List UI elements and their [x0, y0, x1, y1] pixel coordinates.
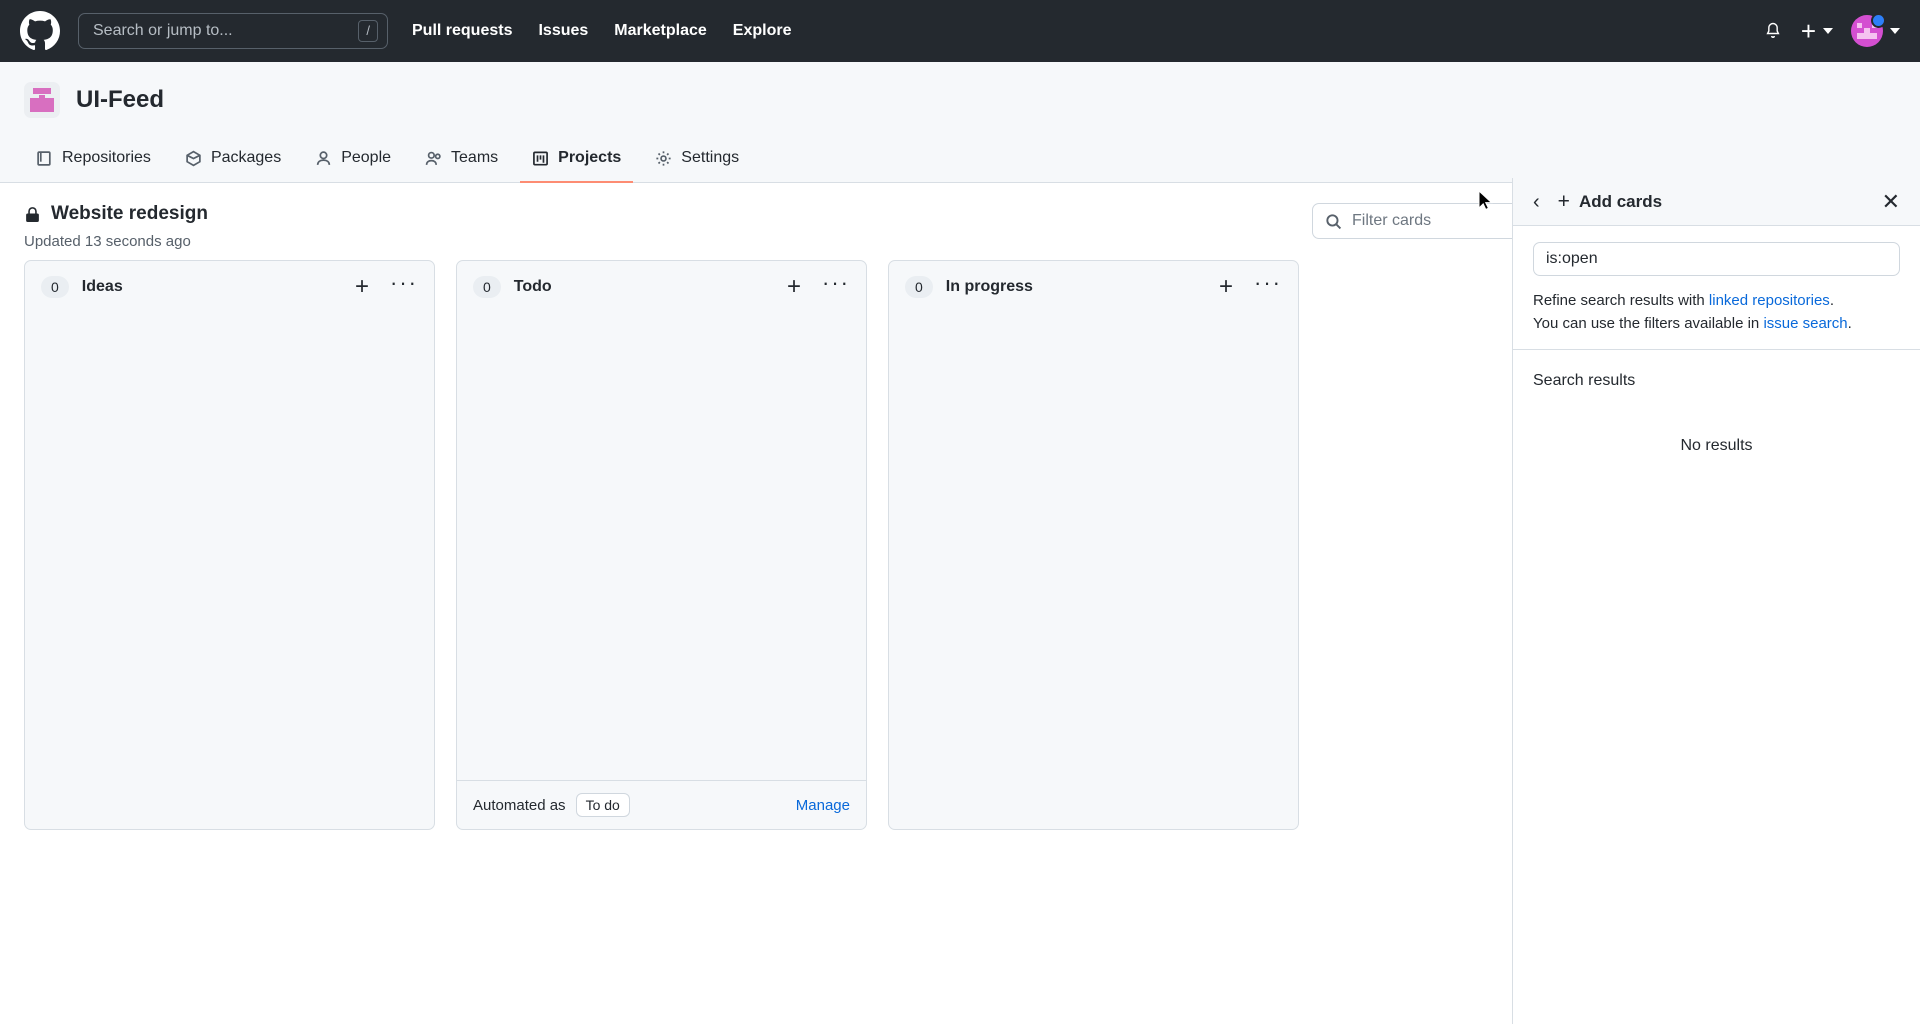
board-column-ideas[interactable]: 0 Ideas + ···	[24, 260, 435, 830]
project-title-row: Website redesign	[24, 203, 1292, 225]
tab-label: Settings	[681, 149, 740, 166]
no-results-message: No results	[1680, 437, 1753, 454]
search-icon	[1326, 213, 1342, 229]
tab-packages[interactable]: Packages	[173, 141, 293, 183]
nav-marketplace[interactable]: Marketplace	[614, 22, 707, 40]
add-cards-search-area: Refine search results with linked reposi…	[1513, 226, 1920, 350]
tab-people[interactable]: People	[303, 141, 403, 183]
nav-issues[interactable]: Issues	[538, 22, 588, 40]
account-menu[interactable]	[1851, 13, 1900, 47]
automation-label: Automated as	[473, 796, 566, 814]
global-search-box[interactable]: Search or jump to... /	[78, 13, 388, 49]
add-card-button[interactable]: +	[351, 275, 373, 299]
tab-label: Packages	[210, 149, 282, 166]
organization-identity: UI-Feed	[24, 82, 1896, 118]
status-indicator-dot	[1871, 13, 1886, 28]
tab-label: Repositories	[62, 149, 151, 166]
organization-header: UI-Feed Repositories Packages People Tea…	[0, 62, 1920, 183]
chevron-left-icon[interactable]: ‹	[1529, 190, 1544, 214]
add-cards-title: + Add cards	[1558, 191, 1662, 212]
lock-icon	[26, 206, 39, 222]
repo-icon	[37, 150, 51, 166]
column-title: Ideas	[81, 278, 123, 295]
column-title: Todo	[513, 278, 552, 295]
board-column-in-progress[interactable]: 0 In progress + ···	[888, 260, 1299, 830]
kebab-horizontal-icon[interactable]: ···	[818, 272, 854, 297]
gear-icon	[656, 150, 671, 166]
create-new-menu[interactable]: +	[1801, 18, 1833, 44]
board-column-todo[interactable]: 0 Todo + ··· Automated as To do Manage	[456, 260, 867, 830]
global-nav: Pull requests Issues Marketplace Explore	[412, 22, 791, 40]
issue-search-link[interactable]: issue search	[1763, 315, 1847, 332]
filter-placeholder: Filter cards	[1352, 212, 1432, 229]
global-header: Search or jump to... / Pull requests Iss…	[0, 0, 1920, 62]
tab-label: People	[341, 149, 392, 166]
plus-icon: +	[1557, 190, 1570, 213]
add-cards-panel: ‹ + Add cards ✕ Refine search results wi…	[1512, 178, 1920, 1024]
refine-search-hint: Refine search results with linked reposi…	[1533, 290, 1900, 335]
add-cards-search-input[interactable]	[1533, 242, 1900, 276]
hint-prefix: Refine search results with	[1533, 292, 1709, 309]
tab-label: Projects	[558, 149, 622, 166]
column-header: 0 In progress + ···	[889, 261, 1298, 313]
project-board-icon	[533, 150, 549, 166]
project-meta: Website redesign Updated 13 seconds ago	[24, 203, 1292, 250]
column-header: 0 Todo + ···	[457, 261, 866, 313]
column-card-count: 0	[473, 275, 501, 299]
tab-label: Teams	[451, 149, 499, 166]
tab-settings[interactable]: Settings	[643, 141, 751, 183]
chevron-down-icon	[1823, 28, 1833, 34]
hint-suffix: .	[1829, 292, 1834, 309]
add-card-button[interactable]: +	[783, 275, 805, 299]
column-cards-area[interactable]	[457, 313, 866, 780]
hint-suffix: .	[1847, 314, 1852, 332]
nav-pull-requests[interactable]: Pull requests	[412, 22, 512, 40]
organization-avatar	[24, 82, 60, 118]
github-mark-icon[interactable]	[20, 11, 60, 51]
nav-explore[interactable]: Explore	[733, 22, 792, 40]
organization-name: UI-Feed	[76, 86, 165, 113]
search-shortcut-badge: /	[358, 20, 378, 42]
search-placeholder: Search or jump to...	[93, 22, 233, 39]
column-card-count: 0	[41, 275, 69, 299]
add-cards-panel-header: ‹ + Add cards ✕	[1513, 178, 1920, 226]
people-icon	[425, 151, 441, 165]
column-header: 0 Ideas + ···	[25, 261, 434, 313]
column-title: In progress	[945, 278, 1033, 295]
tab-teams[interactable]: Teams	[413, 141, 510, 183]
tab-repositories[interactable]: Repositories	[24, 141, 163, 183]
bell-icon[interactable]	[1763, 21, 1783, 41]
column-automation-footer: Automated as To do Manage	[457, 780, 866, 829]
hint-line-linked-repositories: Refine search results with linked reposi…	[1533, 290, 1900, 313]
column-cards-area[interactable]	[889, 313, 1298, 829]
project-updated-timestamp: Updated 13 seconds ago	[24, 233, 191, 250]
close-icon[interactable]: ✕	[1878, 189, 1904, 215]
panel-title-label: Add cards	[1578, 191, 1663, 211]
search-results-heading: Search results	[1533, 372, 1636, 389]
hint-prefix: You can use the filters available in	[1533, 314, 1764, 332]
chevron-down-icon	[1890, 28, 1900, 34]
add-card-button[interactable]: +	[1215, 275, 1237, 299]
column-cards-area[interactable]	[25, 313, 434, 829]
organization-tabs: Repositories Packages People Teams Proje…	[24, 140, 1896, 183]
package-icon	[186, 150, 201, 166]
linked-repositories-link[interactable]: linked repositories	[1709, 292, 1830, 309]
kebab-horizontal-icon[interactable]: ···	[1250, 272, 1286, 297]
person-icon	[317, 150, 331, 165]
tab-projects[interactable]: Projects	[520, 141, 634, 183]
mouse-cursor	[1478, 190, 1494, 212]
page-title: Website redesign	[51, 203, 208, 224]
hint-line-issue-search: You can use the filters available in iss…	[1533, 313, 1900, 336]
kebab-horizontal-icon[interactable]: ···	[386, 272, 422, 297]
header-actions: +	[1763, 13, 1900, 47]
plus-icon: +	[1800, 16, 1816, 46]
manage-automation-link[interactable]: Manage	[796, 797, 850, 814]
column-card-count: 0	[905, 275, 933, 299]
automation-preset-chip: To do	[575, 793, 630, 817]
